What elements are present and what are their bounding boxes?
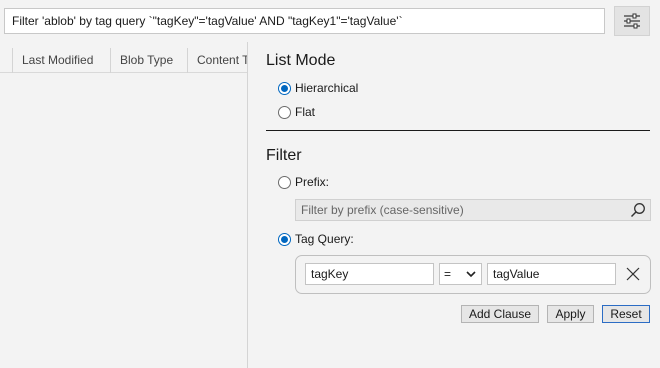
filter-panel: List Mode Hierarchical Flat Filter Prefi… xyxy=(249,42,660,368)
column-header-last-modified[interactable]: Last Modified xyxy=(12,48,110,73)
filter-query-box[interactable]: Filter 'ablob' by tag query `"tagKey"='t… xyxy=(4,8,605,34)
tag-query-radio[interactable] xyxy=(278,232,291,246)
filter-title: Filter xyxy=(266,147,302,164)
sliders-icon xyxy=(624,13,640,29)
section-divider xyxy=(266,130,650,131)
list-mode-title: List Mode xyxy=(266,52,336,69)
flat-label: Flat xyxy=(295,105,316,119)
top-bar: Filter 'ablob' by tag query `"tagKey"='t… xyxy=(0,0,660,42)
operator-value: = xyxy=(444,267,452,281)
flat-radio[interactable] xyxy=(278,105,291,119)
prefix-placeholder: Filter by prefix (case-sensitive) xyxy=(301,203,464,217)
add-clause-button[interactable]: Add Clause xyxy=(461,305,539,323)
reset-button[interactable]: Reset xyxy=(602,305,650,323)
list-mode-flat-option[interactable]: Flat xyxy=(278,104,315,120)
hierarchical-radio[interactable] xyxy=(278,81,291,95)
list-mode-hierarchical-option[interactable]: Hierarchical xyxy=(278,80,358,96)
filter-options-button[interactable] xyxy=(614,6,650,36)
apply-button[interactable]: Apply xyxy=(547,305,594,323)
operator-select[interactable]: = xyxy=(439,263,482,285)
tag-query-option[interactable]: Tag Query: xyxy=(278,231,354,247)
blob-list-pane: Last Modified Blob Type Content T xyxy=(0,42,248,368)
prefix-label: Prefix: xyxy=(295,175,330,189)
prefix-option[interactable]: Prefix: xyxy=(278,174,329,190)
chevron-down-icon xyxy=(466,271,476,278)
tag-query-label: Tag Query: xyxy=(295,232,354,246)
prefix-input[interactable]: Filter by prefix (case-sensitive) xyxy=(295,199,651,221)
prefix-radio[interactable] xyxy=(278,175,291,189)
search-icon[interactable] xyxy=(630,202,646,218)
hierarchical-label: Hierarchical xyxy=(295,81,359,95)
close-icon[interactable] xyxy=(624,265,642,283)
tag-query-clause: tagKey = tagValue xyxy=(295,255,651,294)
column-header-blob-type[interactable]: Blob Type xyxy=(110,48,187,73)
tag-key-input[interactable]: tagKey xyxy=(305,263,434,285)
column-header-content-type[interactable]: Content T xyxy=(187,48,247,73)
column-headers: Last Modified Blob Type Content T xyxy=(0,48,247,73)
tag-value-input[interactable]: tagValue xyxy=(487,263,616,285)
